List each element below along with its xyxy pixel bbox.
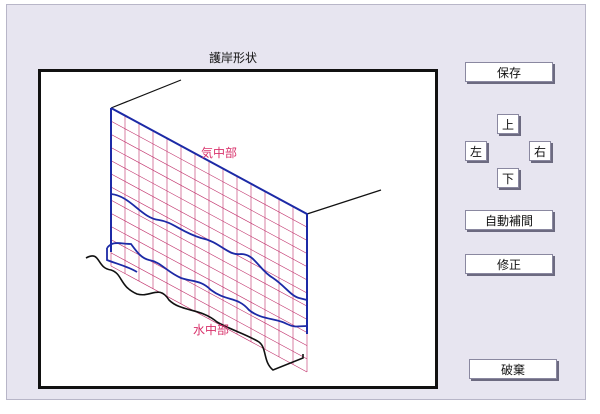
modify-button[interactable]: 修正 [465,254,553,274]
auto-interpolate-button[interactable]: 自動補間 [465,210,553,230]
move-up-button[interactable]: 上 [497,114,519,134]
dialog-window: 護岸形状 気中部 水中部 保存 上 左 右 下 自動補間 修正 破棄 [6,4,586,400]
move-right-button[interactable]: 右 [529,141,551,161]
above-water-label: 気中部 [201,145,237,160]
panel-title: 護岸形状 [208,51,257,65]
revetment-drawing: 気中部 水中部 [85,79,382,373]
top-edge-line [110,79,182,109]
lower-profile-line [106,242,308,328]
under-water-label: 水中部 [193,322,229,337]
discard-button[interactable]: 破棄 [469,359,557,379]
right-edge-line [306,189,382,215]
move-down-button[interactable]: 下 [497,168,519,188]
save-button[interactable]: 保存 [465,62,553,82]
move-left-button[interactable]: 左 [465,141,487,161]
revetment-shape-canvas[interactable]: 気中部 水中部 [38,69,438,389]
